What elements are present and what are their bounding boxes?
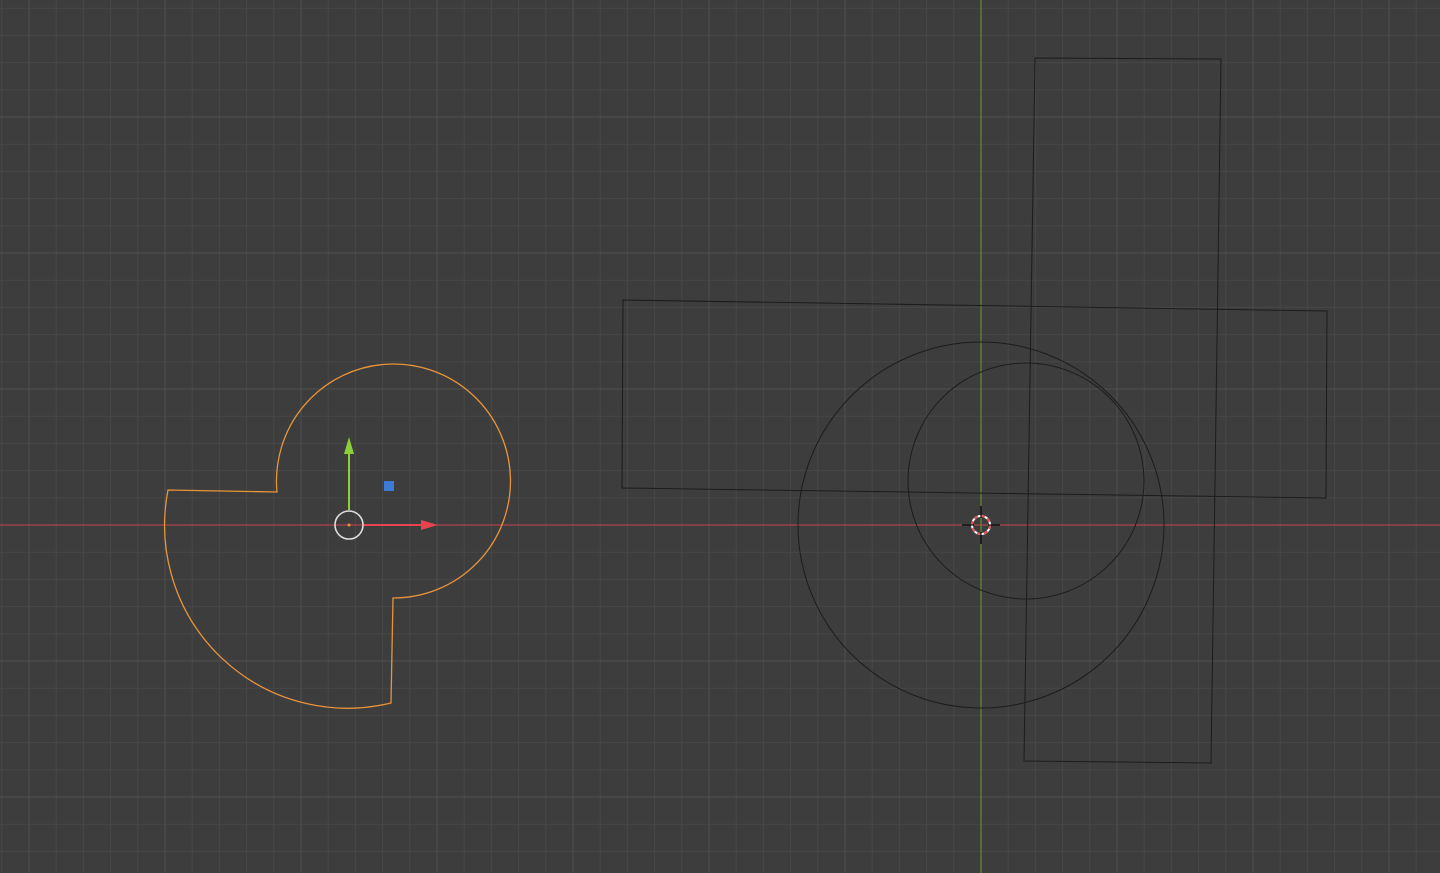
origin-dot [347,523,351,527]
3d-viewport[interactable] [0,0,1440,873]
grid-background [0,0,1440,873]
move-z-plane-icon[interactable] [384,481,394,491]
